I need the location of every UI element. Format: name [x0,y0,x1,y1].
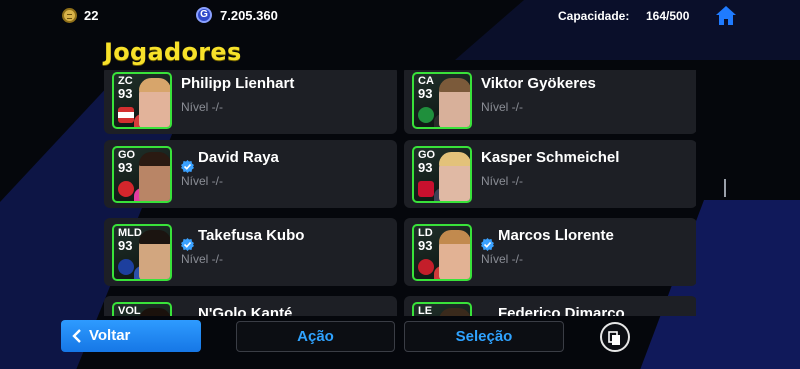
player-level: Nível -/- [481,252,523,266]
top-bar: 22 G 7.205.360 Capacidade: 164/500 [0,0,800,34]
player-card[interactable]: GO 93 David Raya Nível -/- [104,140,397,208]
player-name: Takefusa Kubo [198,227,305,244]
player-portrait: GO 93 [112,146,172,203]
player-level: Nível -/- [481,100,523,114]
player-level: Nível -/- [181,100,223,114]
capacity-value: 164/500 [646,9,690,23]
capacity-label: Capacidade: [558,9,630,23]
player-portrait: GO 93 [412,146,472,203]
action-button[interactable]: Ação [236,321,395,352]
chevron-left-icon [72,329,81,343]
home-icon[interactable] [715,5,737,26]
back-button-label: Voltar [89,327,131,344]
player-card[interactable]: MLD 93 Takefusa Kubo Nível -/- [104,218,397,286]
club-crest-icon [418,107,434,123]
club-crest-icon [118,259,134,275]
player-name: Federico Dimarco [498,305,625,316]
player-card[interactable]: CA 93 Viktor Gyökeres Nível -/- [404,70,696,134]
player-name: Philipp Lienhart [181,75,295,92]
player-portrait: LE [412,302,472,316]
back-button[interactable]: Voltar [61,320,201,352]
flag-icon [418,181,434,197]
coin-balance: 22 [84,8,99,23]
player-level: Nível -/- [181,174,223,188]
player-rating: 93 [118,160,133,175]
verified-icon [181,238,194,251]
player-card[interactable]: LE Federico Dimarco [404,296,696,316]
page-title: Jogadores [104,38,242,66]
club-crest-icon [118,181,134,197]
gp-icon: G [196,7,212,23]
gp-balance: 7.205.360 [220,8,278,23]
player-name: N'Golo Kanté [198,305,293,316]
copy-icon [608,331,620,345]
player-portrait: CA 93 [412,72,472,129]
player-name: Viktor Gyökeres [481,75,596,92]
player-list[interactable]: ZC 93 Philipp Lienhart Nível -/- CA 93 V… [104,70,696,316]
player-portrait: VOL [112,302,172,316]
player-card[interactable]: LD 93 Marcos Llorente Nível -/- [404,218,696,286]
selection-button[interactable]: Seleção [404,321,564,352]
player-portrait: MLD 93 [112,224,172,281]
player-level: Nível -/- [181,252,223,266]
player-position: LE [418,305,433,316]
player-level: Nível -/- [481,174,523,188]
scrollbar[interactable] [724,179,726,197]
player-portrait: LD 93 [412,224,472,281]
player-card[interactable]: GO 93 Kasper Schmeichel Nível -/- [404,140,696,208]
club-crest-icon [418,259,434,275]
verified-icon [181,160,194,173]
player-name: Marcos Llorente [498,227,614,244]
player-position: VOL [118,305,141,316]
player-name: Kasper Schmeichel [481,149,620,166]
player-rating: 93 [418,160,433,175]
player-rating: 93 [418,238,433,253]
player-rating: 93 [118,86,133,101]
player-card[interactable]: VOL N'Golo Kanté [104,296,397,316]
player-rating: 93 [418,86,433,101]
player-card[interactable]: ZC 93 Philipp Lienhart Nível -/- [104,70,397,134]
verified-icon [481,238,494,251]
player-portrait: ZC 93 [112,72,172,129]
player-name: David Raya [198,149,279,166]
coin-icon [62,8,77,23]
copy-button[interactable] [600,322,630,352]
flag-icon [118,107,134,123]
player-rating: 93 [118,238,133,253]
